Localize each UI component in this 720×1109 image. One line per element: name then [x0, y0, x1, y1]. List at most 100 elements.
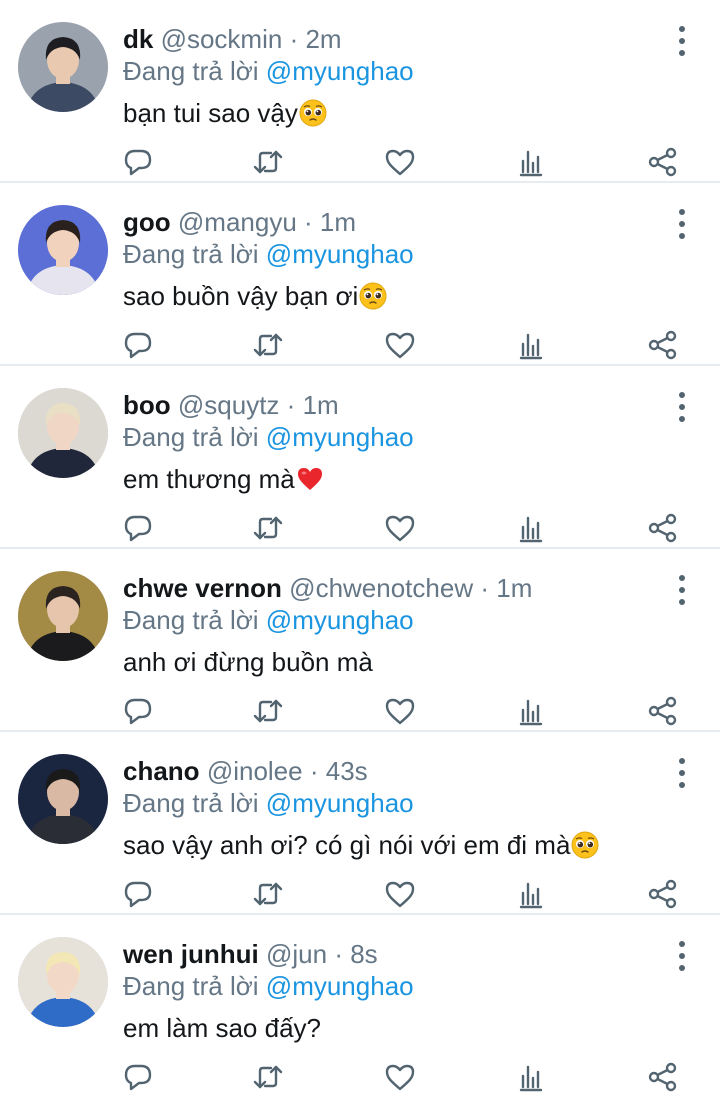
timestamp[interactable]: 1m [496, 573, 532, 603]
tweet-text-body: anh ơi đừng buồn mà [123, 647, 373, 677]
mention-link[interactable]: @myunghao [266, 605, 414, 635]
avatar[interactable] [18, 754, 108, 844]
retweet-icon[interactable] [252, 512, 284, 544]
analytics-icon[interactable] [515, 878, 547, 910]
user-handle[interactable]: @jun [266, 939, 327, 969]
display-name[interactable]: dk [123, 24, 153, 54]
retweet-icon[interactable] [252, 695, 284, 727]
reply-feed: dk @sockmin · 2m Đang trả lời @myunghao … [0, 0, 720, 1098]
user-handle[interactable]: @mangyu [178, 207, 297, 237]
mention-link[interactable]: @myunghao [266, 239, 414, 269]
tweet-text-body: sao buồn vậy bạn ơi [123, 281, 359, 311]
replying-to: Đang trả lời @myunghao [123, 420, 414, 454]
more-options-icon[interactable] [672, 209, 692, 239]
tweet-3[interactable]: boo @squytz · 1m Đang trả lời @myunghao … [0, 366, 720, 549]
more-options-icon[interactable] [672, 758, 692, 788]
avatar[interactable] [18, 22, 108, 112]
share-icon[interactable] [647, 695, 679, 727]
share-icon[interactable] [647, 512, 679, 544]
timestamp[interactable]: 1m [320, 207, 356, 237]
retweet-icon[interactable] [252, 1061, 284, 1093]
separator-dot: · [286, 390, 303, 420]
pleading-face-emoji [359, 282, 387, 310]
replying-to-label: Đang trả lời [123, 56, 259, 86]
user-handle[interactable]: @chwenotchew [289, 573, 473, 603]
tweet-1[interactable]: dk @sockmin · 2m Đang trả lời @myunghao … [0, 0, 720, 183]
like-icon[interactable] [384, 1061, 416, 1093]
replying-to: Đang trả lời @myunghao [123, 603, 414, 637]
timestamp[interactable]: 8s [350, 939, 377, 969]
tweet-4[interactable]: chwe vernon @chwenotchew · 1m Đang trả l… [0, 549, 720, 732]
display-name[interactable]: chwe vernon [123, 573, 282, 603]
tweet-text: anh ơi đừng buồn mà [123, 644, 373, 680]
analytics-icon[interactable] [515, 1061, 547, 1093]
share-icon[interactable] [647, 329, 679, 361]
analytics-icon[interactable] [515, 329, 547, 361]
replying-to-label: Đang trả lời [123, 788, 259, 818]
user-handle[interactable]: @squytz [178, 390, 280, 420]
avatar[interactable] [18, 571, 108, 661]
share-icon[interactable] [647, 146, 679, 178]
reply-icon[interactable] [122, 512, 154, 544]
user-handle[interactable]: @sockmin [161, 24, 283, 54]
reply-icon[interactable] [122, 878, 154, 910]
user-handle[interactable]: @inolee [207, 756, 303, 786]
retweet-icon[interactable] [252, 329, 284, 361]
tweet-2[interactable]: goo @mangyu · 1m Đang trả lời @myunghao … [0, 183, 720, 366]
replying-to-label: Đang trả lời [123, 605, 259, 635]
retweet-icon[interactable] [252, 146, 284, 178]
analytics-icon[interactable] [515, 146, 547, 178]
share-icon[interactable] [647, 878, 679, 910]
analytics-icon[interactable] [515, 695, 547, 727]
avatar-image [18, 937, 108, 1027]
display-name[interactable]: goo [123, 207, 171, 237]
more-options-icon[interactable] [672, 392, 692, 422]
avatar[interactable] [18, 937, 108, 1027]
like-icon[interactable] [384, 146, 416, 178]
mention-link[interactable]: @myunghao [266, 971, 414, 1001]
mention-link[interactable]: @myunghao [266, 56, 414, 86]
reply-icon[interactable] [122, 146, 154, 178]
timestamp[interactable]: 1m [303, 390, 339, 420]
display-name[interactable]: boo [123, 390, 171, 420]
replying-to: Đang trả lời @myunghao [123, 969, 414, 1003]
tweet-header: chano @inolee · 43s [123, 754, 660, 788]
tweet-actions [0, 329, 720, 365]
timestamp[interactable]: 43s [326, 756, 368, 786]
tweet-header: goo @mangyu · 1m [123, 205, 660, 239]
reply-icon[interactable] [122, 329, 154, 361]
reply-icon[interactable] [122, 1061, 154, 1093]
tweet-6[interactable]: wen junhui @jun · 8s Đang trả lời @myung… [0, 915, 720, 1098]
share-icon[interactable] [647, 1061, 679, 1093]
retweet-icon[interactable] [252, 878, 284, 910]
separator-dot: · [480, 573, 497, 603]
replying-to: Đang trả lời @myunghao [123, 54, 414, 88]
display-name[interactable]: chano [123, 756, 200, 786]
mention-link[interactable]: @myunghao [266, 788, 414, 818]
avatar[interactable] [18, 388, 108, 478]
tweet-actions [0, 878, 720, 914]
reply-icon[interactable] [122, 695, 154, 727]
tweet-header: dk @sockmin · 2m [123, 22, 660, 56]
like-icon[interactable] [384, 512, 416, 544]
replying-to-label: Đang trả lời [123, 239, 259, 269]
timestamp[interactable]: 2m [305, 24, 341, 54]
replying-to-label: Đang trả lời [123, 422, 259, 452]
tweet-text: sao vậy anh ơi? có gì nói với em đi mà [123, 827, 599, 863]
more-options-icon[interactable] [672, 941, 692, 971]
avatar[interactable] [18, 205, 108, 295]
like-icon[interactable] [384, 878, 416, 910]
tweet-actions [0, 512, 720, 548]
analytics-icon[interactable] [515, 512, 547, 544]
more-options-icon[interactable] [672, 26, 692, 56]
mention-link[interactable]: @myunghao [266, 422, 414, 452]
tweet-actions [0, 1061, 720, 1097]
like-icon[interactable] [384, 329, 416, 361]
display-name[interactable]: wen junhui [123, 939, 259, 969]
tweet-text-body: bạn tui sao vậy [123, 98, 298, 128]
tweet-actions [0, 695, 720, 731]
like-icon[interactable] [384, 695, 416, 727]
more-options-icon[interactable] [672, 575, 692, 605]
tweet-5[interactable]: chano @inolee · 43s Đang trả lời @myungh… [0, 732, 720, 915]
separator-dot: · [334, 939, 351, 969]
